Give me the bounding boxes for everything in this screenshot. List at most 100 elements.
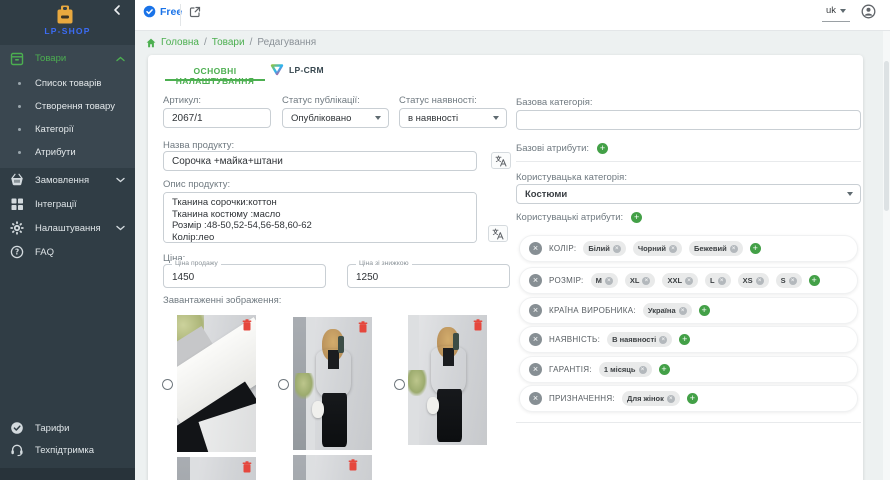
- remove-attribute-icon[interactable]: [529, 304, 542, 317]
- product-image-thumbnail[interactable]: [408, 315, 487, 445]
- breadcrumb-products-link[interactable]: Товари: [212, 37, 245, 48]
- products-box-icon: [10, 52, 24, 66]
- translate-description-button[interactable]: [488, 225, 508, 242]
- remove-tag-icon[interactable]: [667, 395, 675, 403]
- discount-price-field: Ціна зі знижкою: [347, 264, 510, 288]
- remove-tag-icon[interactable]: [756, 277, 764, 285]
- decor: [427, 397, 439, 414]
- attribute-tag: 1 місяць: [599, 362, 652, 377]
- attribute-tag: Чорний: [633, 241, 682, 256]
- add-tag-icon[interactable]: [809, 275, 820, 286]
- description-textarea[interactable]: Тканина сорочки:коттон Тканина костюму :…: [163, 192, 477, 243]
- remove-attribute-icon[interactable]: [529, 363, 542, 376]
- product-image-thumbnail[interactable]: [293, 455, 372, 480]
- main-image-radio[interactable]: [162, 379, 173, 390]
- sidebar-item-orders[interactable]: Замовлення: [0, 168, 135, 192]
- scrollbar-thumb[interactable]: [884, 61, 889, 211]
- remove-attribute-icon[interactable]: [529, 242, 542, 255]
- decor: [316, 349, 352, 400]
- decor: [322, 393, 346, 448]
- caret-down-icon: [847, 192, 853, 196]
- sale-price-input[interactable]: [164, 265, 325, 287]
- sidebar-item-tariffs[interactable]: Тарифи: [0, 417, 135, 439]
- remove-tag-icon[interactable]: [642, 277, 650, 285]
- remove-tag-icon[interactable]: [718, 277, 726, 285]
- attribute-tag: L: [705, 273, 731, 288]
- sidebar-collapse-button[interactable]: [111, 4, 125, 18]
- remove-tag-icon[interactable]: [605, 277, 613, 285]
- sidebar-item-settings[interactable]: Налаштування: [0, 216, 135, 240]
- product-name-input[interactable]: [163, 151, 477, 171]
- remove-attribute-icon[interactable]: [529, 392, 542, 405]
- publication-status-label: Статус публікації:: [282, 95, 360, 106]
- attribute-tag: M: [591, 273, 618, 288]
- add-custom-attribute-icon[interactable]: [631, 212, 642, 223]
- attribute-name: КРАЇНА ВИРОБНИКА:: [549, 306, 636, 315]
- sidebar-item-product-list[interactable]: Список товарів: [0, 72, 135, 95]
- add-tag-icon[interactable]: [659, 364, 670, 375]
- attribute-name: ПРИЗНАЧЕННЯ:: [549, 394, 615, 403]
- remove-attribute-icon[interactable]: [529, 274, 542, 287]
- publication-status-select[interactable]: Опубліковано: [282, 108, 389, 128]
- app-root: LP-SHOP Товари Список товарів С: [0, 0, 890, 480]
- scrollbar[interactable]: [883, 31, 890, 480]
- account-icon[interactable]: [861, 4, 876, 19]
- availability-status-select[interactable]: в наявності: [399, 108, 507, 128]
- tab-main-settings[interactable]: ОСНОВНІ НАЛАШТУВАННЯ: [165, 66, 265, 86]
- plan-badge[interactable]: Free: [143, 5, 182, 18]
- sidebar-item-support[interactable]: Техпідтримка: [0, 439, 135, 461]
- chevron-down-icon: [116, 177, 125, 183]
- attribute-tag: В наявності: [607, 332, 672, 347]
- remove-tag-icon[interactable]: [789, 277, 797, 285]
- delete-image-icon[interactable]: [473, 319, 483, 331]
- add-tag-icon[interactable]: [750, 243, 761, 254]
- delete-image-icon[interactable]: [242, 319, 252, 331]
- main-image-radio[interactable]: [278, 379, 289, 390]
- verified-check-icon: [143, 5, 156, 18]
- product-image-thumbnail[interactable]: [293, 317, 372, 450]
- sidebar-item-integrations[interactable]: Інтеграції: [0, 192, 135, 216]
- images-label: Завантаженні зображення:: [163, 295, 281, 306]
- sku-input[interactable]: [163, 108, 271, 128]
- delete-image-icon[interactable]: [348, 459, 358, 471]
- add-tag-icon[interactable]: [687, 393, 698, 404]
- decor: [306, 455, 315, 480]
- remove-tag-icon[interactable]: [659, 336, 667, 344]
- remove-tag-icon[interactable]: [730, 245, 738, 253]
- sidebar: LP-SHOP Товари Список товарів С: [0, 0, 135, 480]
- add-tag-icon[interactable]: [679, 334, 690, 345]
- sidebar-item-product-create[interactable]: Створення товару: [0, 95, 135, 118]
- translate-name-button[interactable]: [491, 152, 511, 169]
- remove-tag-icon[interactable]: [685, 277, 693, 285]
- sidebar-item-faq[interactable]: ? FAQ: [0, 240, 135, 264]
- tab-lp-crm[interactable]: LP-CRM: [270, 63, 324, 76]
- breadcrumb-home-link[interactable]: Головна: [161, 37, 199, 48]
- open-in-new-icon[interactable]: [189, 6, 201, 18]
- lp-crm-triangle-icon: [270, 63, 284, 76]
- attribute-tag: Білий: [583, 241, 625, 256]
- delete-image-icon[interactable]: [358, 321, 368, 333]
- sidebar-item-categories[interactable]: Категорії: [0, 118, 135, 141]
- decor: [453, 333, 459, 350]
- discount-price-input[interactable]: [348, 265, 509, 287]
- sidebar-item-attributes[interactable]: Атрибути: [0, 141, 135, 164]
- remove-attribute-icon[interactable]: [529, 333, 542, 346]
- gear-icon: [10, 221, 24, 235]
- availability-status-value: в наявності: [408, 113, 458, 124]
- custom-category-select[interactable]: Костюми: [516, 184, 861, 204]
- remove-tag-icon[interactable]: [639, 366, 647, 374]
- remove-tag-icon[interactable]: [669, 245, 677, 253]
- attribute-row-purpose: ПРИЗНАЧЕННЯ: Для жінок: [519, 385, 858, 412]
- language-select[interactable]: uk: [822, 5, 850, 22]
- product-image-thumbnail[interactable]: [177, 457, 256, 480]
- add-base-attribute-icon[interactable]: [597, 143, 608, 154]
- add-tag-icon[interactable]: [699, 305, 710, 316]
- delete-image-icon[interactable]: [242, 461, 252, 473]
- remove-tag-icon[interactable]: [613, 245, 621, 253]
- product-image-thumbnail[interactable]: [177, 315, 256, 452]
- sidebar-item-products[interactable]: Товари: [0, 45, 135, 72]
- main-image-radio[interactable]: [394, 379, 405, 390]
- attribute-tag: XL: [625, 273, 656, 288]
- base-category-input[interactable]: [516, 110, 861, 130]
- remove-tag-icon[interactable]: [679, 307, 687, 315]
